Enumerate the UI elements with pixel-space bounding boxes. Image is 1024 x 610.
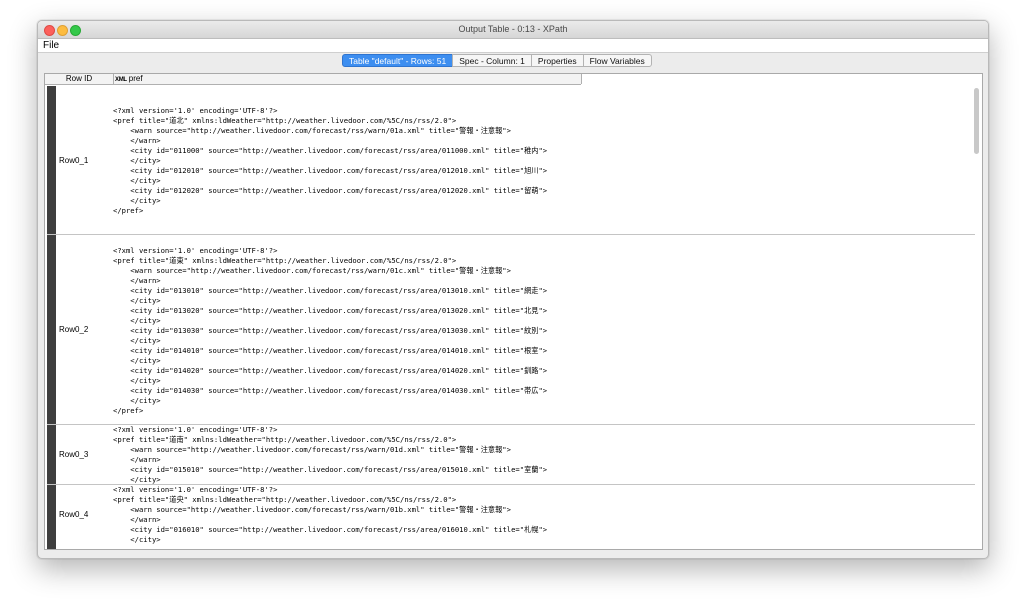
row-id-cell: Row0_1 [59,156,89,165]
tab-flow-variables[interactable]: Flow Variables [582,54,652,67]
table-row[interactable]: Row0_1 <?xml version='1.0' encoding='UTF… [45,86,975,235]
scrollbar-thumb[interactable] [974,88,979,154]
pref-cell: <?xml version='1.0' encoding='UTF-8'?> <… [113,106,548,215]
table-header: Row ID XML pref [45,74,582,85]
row-id-cell: Row0_3 [59,450,89,459]
row-id-cell: Row0_4 [59,510,89,519]
xml-type-icon: XML [115,77,127,83]
table-row[interactable]: Row0_4 <?xml version='1.0' encoding='UTF… [45,485,975,549]
tab-spec[interactable]: Spec - Column: 1 [452,54,532,67]
pref-cell: <?xml version='1.0' encoding='UTF-8'?> <… [113,246,548,415]
maximize-window-button[interactable] [70,25,81,36]
menu-file[interactable]: File [43,39,59,52]
table-row[interactable]: Row0_2 <?xml version='1.0' encoding='UTF… [45,235,975,425]
column-header-pref-label: pref [128,74,143,83]
pref-cell: <?xml version='1.0' encoding='UTF-8'?> <… [113,485,548,544]
output-table-window: Output Table - 0:13 - XPath File Table "… [37,20,989,559]
row-selection-marker [47,425,56,485]
tab-table-default[interactable]: Table "default" - Rows: 51 [342,54,454,67]
title-bar[interactable]: Output Table - 0:13 - XPath [38,21,988,39]
tab-properties[interactable]: Properties [530,54,584,67]
table-row[interactable]: Row0_3 <?xml version='1.0' encoding='UTF… [45,425,975,485]
window-title: Output Table - 0:13 - XPath [458,24,568,34]
row-selection-marker [47,235,56,425]
vertical-scrollbar[interactable] [973,86,980,546]
row-selection-marker [47,86,56,235]
minimize-window-button[interactable] [57,25,68,36]
row-selection-marker [47,485,56,549]
column-header-row-id[interactable]: Row ID [45,74,114,84]
view-tabs: Table "default" - Rows: 51 Spec - Column… [342,54,652,67]
header-divider [581,74,582,84]
close-window-button[interactable] [44,25,55,36]
column-header-pref[interactable]: XML pref [115,74,143,85]
menu-bar: File [38,39,988,53]
pref-cell: <?xml version='1.0' encoding='UTF-8'?> <… [113,425,548,484]
table-panel: Row ID XML pref Row0_1 <?xml version='1.0… [44,73,983,550]
row-id-cell: Row0_2 [59,325,89,334]
